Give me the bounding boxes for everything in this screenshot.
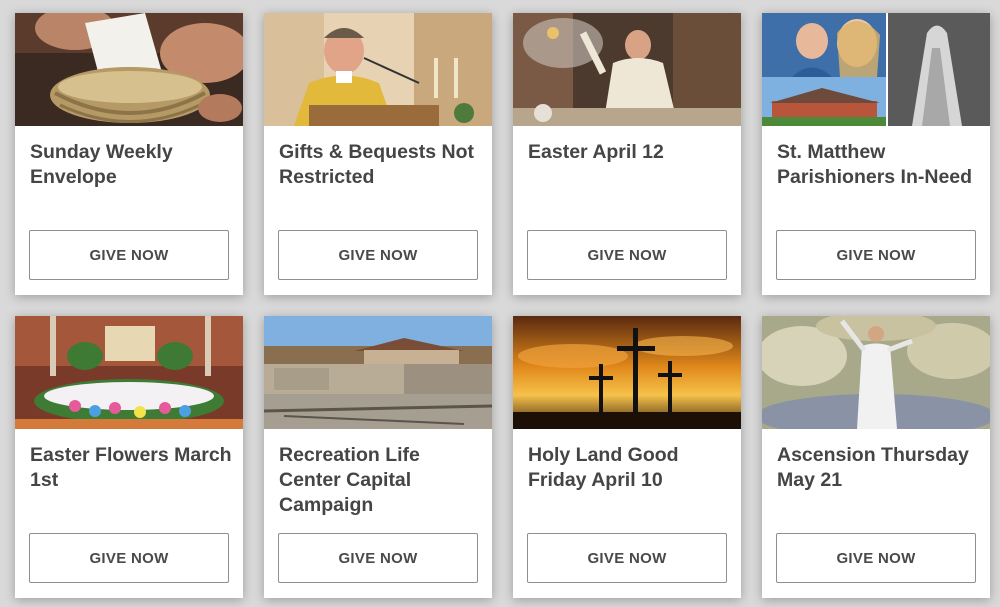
give-now-button[interactable]: GIVE NOW	[29, 230, 229, 280]
priest-pulpit-image	[264, 13, 492, 126]
donation-card: Easter Flowers March 1st GIVE NOW	[15, 316, 243, 598]
card-title: Sunday Weekly Envelope	[30, 141, 173, 188]
card-title: Easter Flowers March 1st	[30, 444, 232, 491]
card-title: Gifts & Bequests Not Restricted	[279, 141, 475, 188]
donation-card: Gifts & Bequests Not Restricted GIVE NOW	[264, 13, 492, 295]
card-title: Ascension Thursday May 21	[777, 444, 969, 491]
give-now-button[interactable]: GIVE NOW	[776, 230, 976, 280]
donation-card: St. Matthew Parishioners In-Need GIVE NO…	[762, 13, 990, 295]
give-now-button[interactable]: GIVE NOW	[29, 533, 229, 583]
priest-incense-image	[513, 13, 741, 126]
give-now-button[interactable]: GIVE NOW	[278, 533, 478, 583]
ascension-image	[762, 316, 990, 429]
card-title: St. Matthew Parishioners In-Need	[777, 141, 973, 188]
card-title: Recreation Life Center Capital Campaign	[279, 444, 420, 516]
give-now-button[interactable]: GIVE NOW	[527, 533, 727, 583]
card-title: Easter April 12	[528, 141, 664, 163]
card-title: Holy Land Good Friday April 10	[528, 444, 679, 491]
give-now-button[interactable]: GIVE NOW	[278, 230, 478, 280]
donation-card-grid: Sunday Weekly Envelope GIVE NOW Gifts & …	[0, 0, 1000, 607]
give-now-button[interactable]: GIVE NOW	[527, 230, 727, 280]
offering-basket-image	[15, 13, 243, 126]
construction-site-image	[264, 316, 492, 429]
donation-card: Holy Land Good Friday April 10 GIVE NOW	[513, 316, 741, 598]
donation-card: Sunday Weekly Envelope GIVE NOW	[15, 13, 243, 295]
give-now-button[interactable]: GIVE NOW	[776, 533, 976, 583]
donation-card: Easter April 12 GIVE NOW	[513, 13, 741, 295]
three-crosses-image	[513, 316, 741, 429]
easter-flowers-image	[15, 316, 243, 429]
parish-collage-image	[762, 13, 990, 126]
donation-card: Recreation Life Center Capital Campaign …	[264, 316, 492, 598]
donation-card: Ascension Thursday May 21 GIVE NOW	[762, 316, 990, 598]
